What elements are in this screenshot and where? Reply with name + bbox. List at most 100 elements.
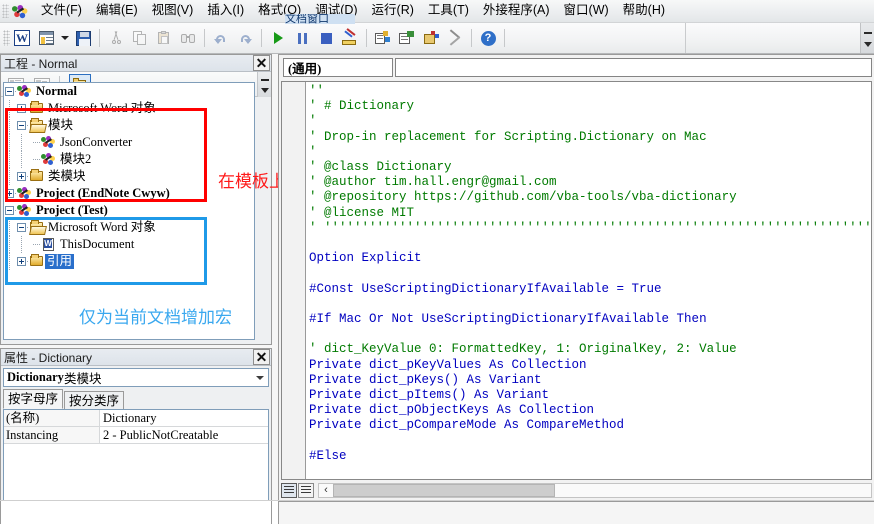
- tab-categorized[interactable]: 按分类序: [64, 391, 125, 409]
- collapse-minus-icon[interactable]: [5, 87, 14, 96]
- procedure-view-button[interactable]: [281, 482, 297, 498]
- stop-square-icon[interactable]: [315, 27, 337, 49]
- menu-addins[interactable]: 外接程序(A): [476, 1, 557, 21]
- tree-item[interactable]: JsonConverter: [4, 134, 254, 151]
- tree-item-jsonconverter[interactable]: JsonConverter: [57, 135, 132, 150]
- word-w-icon[interactable]: W: [11, 27, 33, 49]
- code-text[interactable]: '' ' # Dictionary ' ' Drop-in replacemen…: [309, 84, 871, 479]
- redo-arrow-icon[interactable]: [234, 27, 256, 49]
- project-tree[interactable]: Normal Microsoft Word 对象 模块 JsonConverter 模块…: [3, 82, 255, 340]
- tree-item-class-modules[interactable]: 类模块: [45, 169, 86, 184]
- copy-icon[interactable]: [129, 27, 151, 49]
- tree-item-module2[interactable]: 模块2: [57, 152, 91, 167]
- collapse-minus-icon[interactable]: [17, 223, 26, 232]
- menu-view[interactable]: 视图(V): [145, 1, 201, 21]
- chevron-down-icon[interactable]: [251, 369, 268, 386]
- procedure-select[interactable]: [395, 57, 872, 77]
- property-row[interactable]: Instancing 2 - PublicNotCreatable: [4, 427, 268, 444]
- tree-item-project-test[interactable]: Project (Test): [33, 203, 108, 218]
- tree-item[interactable]: ThisDocument: [4, 236, 254, 253]
- tree-expander-well[interactable]: [28, 151, 40, 168]
- full-module-view-button[interactable]: [298, 482, 314, 498]
- tree-item-project-endnote[interactable]: Project (EndNote Cwyw): [33, 186, 170, 201]
- menu-file[interactable]: 文件(F): [34, 1, 89, 21]
- property-value[interactable]: Dictionary: [100, 410, 268, 426]
- tree-indent: [4, 100, 16, 117]
- tree-item-references[interactable]: 引用: [45, 254, 75, 269]
- tree-item[interactable]: 类模块: [4, 168, 254, 185]
- menubar-drag-grip[interactable]: [2, 4, 9, 18]
- ruler-pencil-icon[interactable]: [339, 27, 361, 49]
- tree-expander-well[interactable]: [28, 134, 40, 151]
- chevron-down-icon[interactable]: [59, 27, 70, 49]
- binoculars-icon[interactable]: [177, 27, 199, 49]
- tree-item[interactable]: 模块: [4, 117, 254, 134]
- tree-item-word-objects-test[interactable]: Microsoft Word 对象: [45, 220, 156, 235]
- expand-plus-icon[interactable]: [5, 189, 14, 198]
- menu-tools[interactable]: 工具(T): [421, 1, 476, 21]
- tab-alphabetic[interactable]: 按字母序: [3, 389, 64, 409]
- tree-expander-well[interactable]: [4, 185, 16, 202]
- code-editor-area[interactable]: '' ' # Dictionary ' ' Drop-in replacemen…: [281, 81, 872, 480]
- close-icon[interactable]: ✕: [253, 55, 270, 71]
- tree-expander-well[interactable]: [4, 202, 16, 219]
- play-triangle-icon[interactable]: [267, 27, 289, 49]
- tree-item[interactable]: Project (EndNote Cwyw): [4, 185, 254, 202]
- collapse-minus-icon[interactable]: [17, 121, 26, 130]
- userform-icon[interactable]: [35, 27, 57, 49]
- tree-expander-well[interactable]: [16, 100, 28, 117]
- tree-item[interactable]: Normal: [4, 83, 254, 100]
- menu-insert[interactable]: 插入(I): [200, 1, 251, 21]
- taskbar-area: [278, 501, 874, 524]
- object-browser-icon[interactable]: [420, 27, 442, 49]
- object-select[interactable]: (通用): [283, 57, 393, 77]
- menu-window[interactable]: 窗口(W): [557, 1, 616, 21]
- tree-expander-well[interactable]: [28, 236, 40, 253]
- tree-item[interactable]: 模块2: [4, 151, 254, 168]
- horizontal-scrollbar[interactable]: ‹: [318, 482, 872, 498]
- tree-item-normal[interactable]: Normal: [33, 84, 77, 99]
- expand-plus-icon[interactable]: [17, 257, 26, 266]
- tools-icon[interactable]: [444, 27, 466, 49]
- toolbar-drag-grip[interactable]: [3, 30, 10, 46]
- toolbar-overflow-button[interactable]: [860, 23, 874, 53]
- properties-titlebar[interactable]: 属性 - Dictionary ✕: [1, 349, 271, 366]
- properties-panel: 属性 - Dictionary ✕ Dictionary 类模块 按字母序 按分类…: [0, 348, 272, 524]
- scroll-left-icon[interactable]: ‹: [319, 484, 333, 496]
- project-explorer-icon[interactable]: [372, 27, 394, 49]
- property-value[interactable]: 2 - PublicNotCreatable: [100, 427, 268, 443]
- menu-run[interactable]: 运行(R): [365, 1, 421, 21]
- properties-object-select[interactable]: Dictionary 类模块: [3, 368, 269, 387]
- tree-item[interactable]: 引用: [4, 253, 254, 270]
- close-icon[interactable]: ✕: [253, 349, 270, 365]
- question-mark-icon[interactable]: ?: [477, 27, 499, 49]
- tree-item-thisdocument[interactable]: ThisDocument: [57, 237, 134, 252]
- tree-expander-well[interactable]: [16, 168, 28, 185]
- tree-expander-well[interactable]: [4, 83, 16, 100]
- project-explorer-titlebar[interactable]: 工程 - Normal ✕: [1, 55, 271, 72]
- tree-expander-well[interactable]: [16, 253, 28, 270]
- tree-item-word-objects-normal[interactable]: Microsoft Word 对象: [45, 101, 156, 116]
- scrollbar-thumb[interactable]: [333, 483, 555, 497]
- property-row[interactable]: (名称) Dictionary: [4, 410, 268, 427]
- project-explorer-scroll-button[interactable]: [257, 72, 271, 97]
- tree-item[interactable]: Microsoft Word 对象: [4, 100, 254, 117]
- scissors-icon[interactable]: [105, 27, 127, 49]
- expand-plus-icon[interactable]: [17, 172, 26, 181]
- tree-item-modules[interactable]: 模块: [45, 118, 73, 133]
- floppy-disk-icon[interactable]: [72, 27, 94, 49]
- tree-expander-well[interactable]: [16, 219, 28, 236]
- expand-plus-icon[interactable]: [17, 104, 26, 113]
- pause-icon[interactable]: [291, 27, 313, 49]
- tree-item[interactable]: Microsoft Word 对象: [4, 219, 254, 236]
- collapse-minus-icon[interactable]: [5, 206, 14, 215]
- menu-help[interactable]: 帮助(H): [616, 1, 672, 21]
- tree-expander-well[interactable]: [16, 117, 28, 134]
- undo-arrow-icon[interactable]: [210, 27, 232, 49]
- tree-item[interactable]: Project (Test): [4, 202, 254, 219]
- clipboard-icon[interactable]: [153, 27, 175, 49]
- code-window: (通用) '' ' # Dictionary ' ' Drop-in repla…: [278, 54, 874, 500]
- taskbar-item[interactable]: 文档窗口: [285, 14, 355, 24]
- menu-edit[interactable]: 编辑(E): [89, 1, 145, 21]
- properties-window-icon[interactable]: [396, 27, 418, 49]
